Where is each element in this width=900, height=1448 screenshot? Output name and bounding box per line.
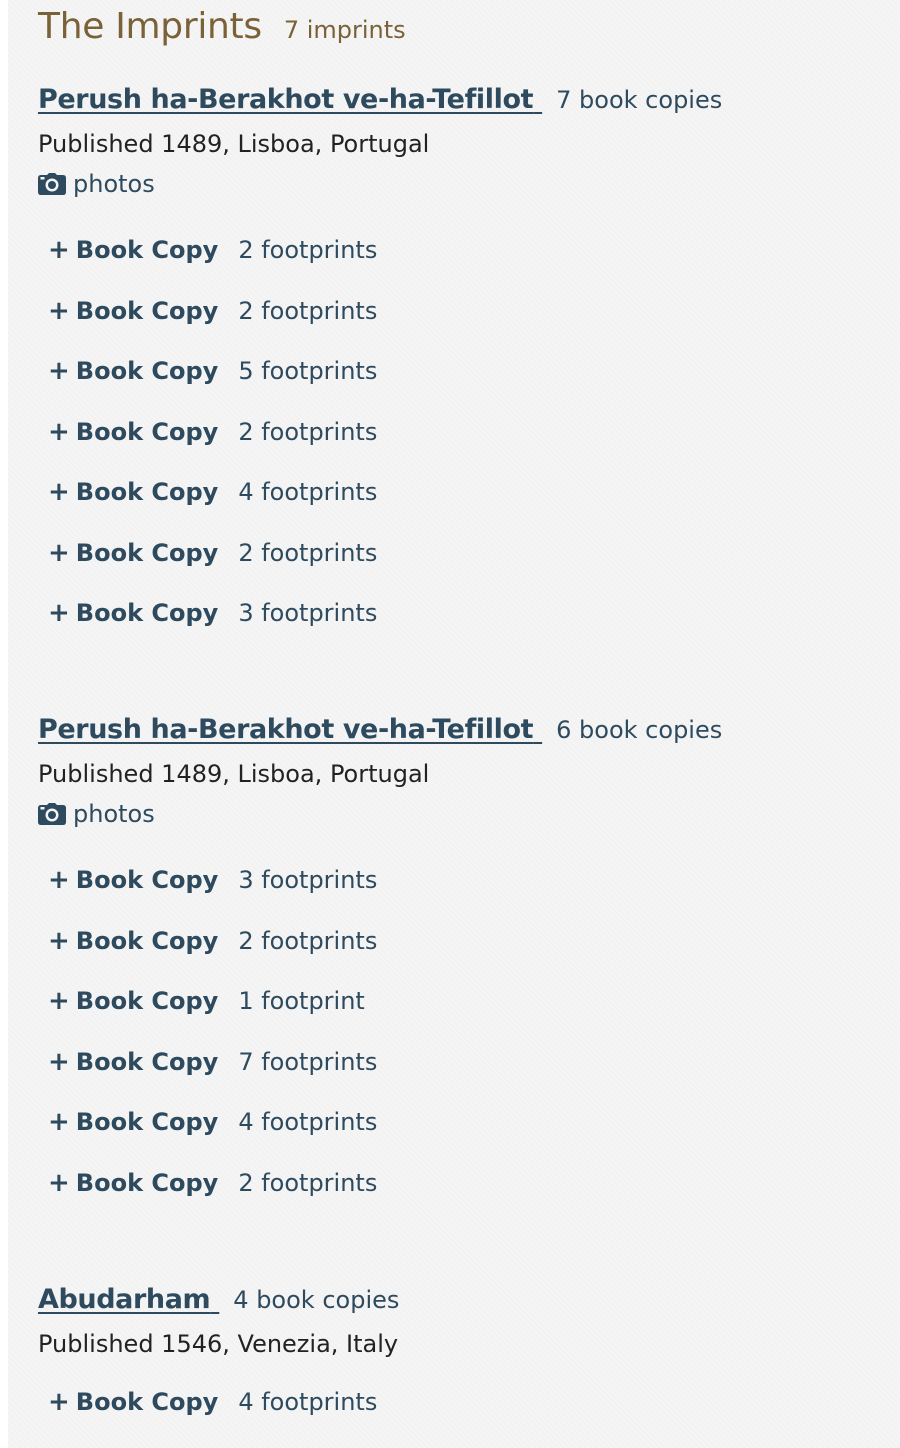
book-copy-toggle[interactable]: + Book Copy <box>48 1388 218 1416</box>
footprints-count: 5 footprints <box>238 357 378 386</box>
book-copy-toggle[interactable]: + Book Copy <box>48 1169 218 1197</box>
book-copy-label: Book Copy <box>75 1388 219 1417</box>
photos-label: photos <box>73 170 155 198</box>
imprint-2: Perush ha-Berakhot ve-ha-Tefillot 6 book… <box>38 714 878 1213</box>
plus-icon: + <box>48 1167 70 1198</box>
plus-icon: + <box>48 477 70 508</box>
footprints-count: 2 footprints <box>238 236 378 265</box>
book-copies-count: 4 book copies <box>233 1286 400 1314</box>
book-copy-toggle[interactable]: + Book Copy <box>48 1108 218 1136</box>
book-copies-list: + Book Copy 3 footprints + Book Copy 2 foo… <box>38 850 878 1213</box>
plus-icon: + <box>48 986 70 1017</box>
published-info: Published 1489, Lisboa, Portugal <box>38 130 430 158</box>
photos-link[interactable]: photos <box>38 794 878 834</box>
footprints-count: 2 footprints <box>238 1168 378 1197</box>
plus-icon: + <box>48 1387 70 1418</box>
book-copy-toggle[interactable]: + Book Copy <box>48 599 218 627</box>
camera-icon <box>38 803 66 825</box>
imprint-title-row: Perush ha-Berakhot ve-ha-Tefillot 6 book… <box>38 714 878 754</box>
plus-icon: + <box>48 356 70 387</box>
book-copy-row: + Book Copy 3 footprints <box>38 583 878 644</box>
book-copy-label: Book Copy <box>75 926 219 955</box>
book-copy-label: Book Copy <box>75 296 219 325</box>
footprints-count: 4 footprints <box>238 478 378 507</box>
plus-icon: + <box>48 235 70 266</box>
book-copy-row: + Book Copy 2 footprints <box>38 911 878 972</box>
book-copy-label: Book Copy <box>75 1168 219 1197</box>
book-copy-toggle[interactable]: + Book Copy <box>48 927 218 955</box>
book-copy-label: Book Copy <box>75 599 219 628</box>
book-copy-row: + Book Copy 2 footprints <box>38 402 878 463</box>
book-copy-row: + Book Copy 4 footprints <box>38 1372 878 1433</box>
plus-icon: + <box>48 925 70 956</box>
plus-icon: + <box>48 865 70 896</box>
plus-icon: + <box>48 1107 70 1138</box>
book-copy-row: + Book Copy 5 footprints <box>38 341 878 402</box>
book-copy-toggle[interactable]: + Book Copy <box>48 236 218 264</box>
book-copy-label: Book Copy <box>75 1108 219 1137</box>
footprints-count: 2 footprints <box>238 538 378 567</box>
book-copy-toggle[interactable]: + Book Copy <box>48 866 218 894</box>
book-copy-row: + Book Copy 2 footprints <box>38 281 878 342</box>
book-copy-label: Book Copy <box>75 357 219 386</box>
photos-link[interactable]: photos <box>38 164 878 204</box>
footprints-count: 4 footprints <box>238 1388 378 1417</box>
section-header: The Imprints 7 imprints <box>38 6 406 47</box>
book-copy-row: + Book Copy 2 footprints <box>38 523 878 584</box>
book-copies-list: + Book Copy 4 footprints <box>38 1372 878 1433</box>
imprint-title-row: Perush ha-Berakhot ve-ha-Tefillot 7 book… <box>38 84 878 124</box>
book-copy-toggle[interactable]: + Book Copy <box>48 539 218 567</box>
plus-icon: + <box>48 537 70 568</box>
book-copy-label: Book Copy <box>75 1047 219 1076</box>
section-title: The Imprints <box>38 6 262 47</box>
book-copy-toggle[interactable]: + Book Copy <box>48 418 218 446</box>
imprint-title-link[interactable]: Perush ha-Berakhot ve-ha-Tefillot <box>38 714 542 745</box>
plus-icon: + <box>48 1046 70 1077</box>
imprint-1: Perush ha-Berakhot ve-ha-Tefillot 7 book… <box>38 84 878 644</box>
imprint-title-row: Abudarham 4 book copies <box>38 1284 878 1324</box>
book-copy-row: + Book Copy 2 footprints <box>38 220 878 281</box>
imprint-title-link[interactable]: Perush ha-Berakhot ve-ha-Tefillot <box>38 84 542 115</box>
book-copy-toggle[interactable]: + Book Copy <box>48 297 218 325</box>
imprints-page: The Imprints 7 imprints Perush ha-Berakh… <box>8 0 900 1448</box>
published-info: Published 1489, Lisboa, Portugal <box>38 760 430 788</box>
footprints-count: 3 footprints <box>238 866 378 895</box>
book-copy-row: + Book Copy 4 footprints <box>38 462 878 523</box>
book-copy-label: Book Copy <box>75 236 219 265</box>
footprints-count: 2 footprints <box>238 417 378 446</box>
imprint-3: Abudarham 4 book copies Published 1546, … <box>38 1284 878 1433</box>
photos-label: photos <box>73 800 155 828</box>
book-copy-toggle[interactable]: + Book Copy <box>48 987 218 1015</box>
plus-icon: + <box>48 598 70 629</box>
footprints-count: 2 footprints <box>238 926 378 955</box>
book-copy-row: + Book Copy 2 footprints <box>38 1153 878 1214</box>
book-copies-list: + Book Copy 2 footprints + Book Copy 2 foo… <box>38 220 878 644</box>
book-copy-toggle[interactable]: + Book Copy <box>48 478 218 506</box>
plus-icon: + <box>48 295 70 326</box>
book-copy-row: + Book Copy 4 footprints <box>38 1092 878 1153</box>
footprints-count: 7 footprints <box>238 1047 378 1076</box>
book-copies-count: 6 book copies <box>556 716 723 744</box>
book-copy-label: Book Copy <box>75 987 219 1016</box>
footprints-count: 3 footprints <box>238 599 378 628</box>
imprint-title-link[interactable]: Abudarham <box>38 1284 219 1315</box>
book-copy-label: Book Copy <box>75 417 219 446</box>
footprints-count: 2 footprints <box>238 296 378 325</box>
book-copy-label: Book Copy <box>75 866 219 895</box>
footprints-count: 1 footprint <box>238 987 365 1016</box>
book-copy-row: + Book Copy 7 footprints <box>38 1032 878 1093</box>
book-copy-toggle[interactable]: + Book Copy <box>48 357 218 385</box>
book-copy-toggle[interactable]: + Book Copy <box>48 1048 218 1076</box>
book-copy-row: + Book Copy 3 footprints <box>38 850 878 911</box>
book-copy-row: + Book Copy 1 footprint <box>38 971 878 1032</box>
footprints-count: 4 footprints <box>238 1108 378 1137</box>
book-copies-count: 7 book copies <box>556 86 723 114</box>
published-info: Published 1546, Venezia, Italy <box>38 1330 399 1358</box>
plus-icon: + <box>48 416 70 447</box>
book-copy-label: Book Copy <box>75 478 219 507</box>
section-count: 7 imprints <box>283 16 406 44</box>
camera-icon <box>38 173 66 195</box>
book-copy-label: Book Copy <box>75 538 219 567</box>
